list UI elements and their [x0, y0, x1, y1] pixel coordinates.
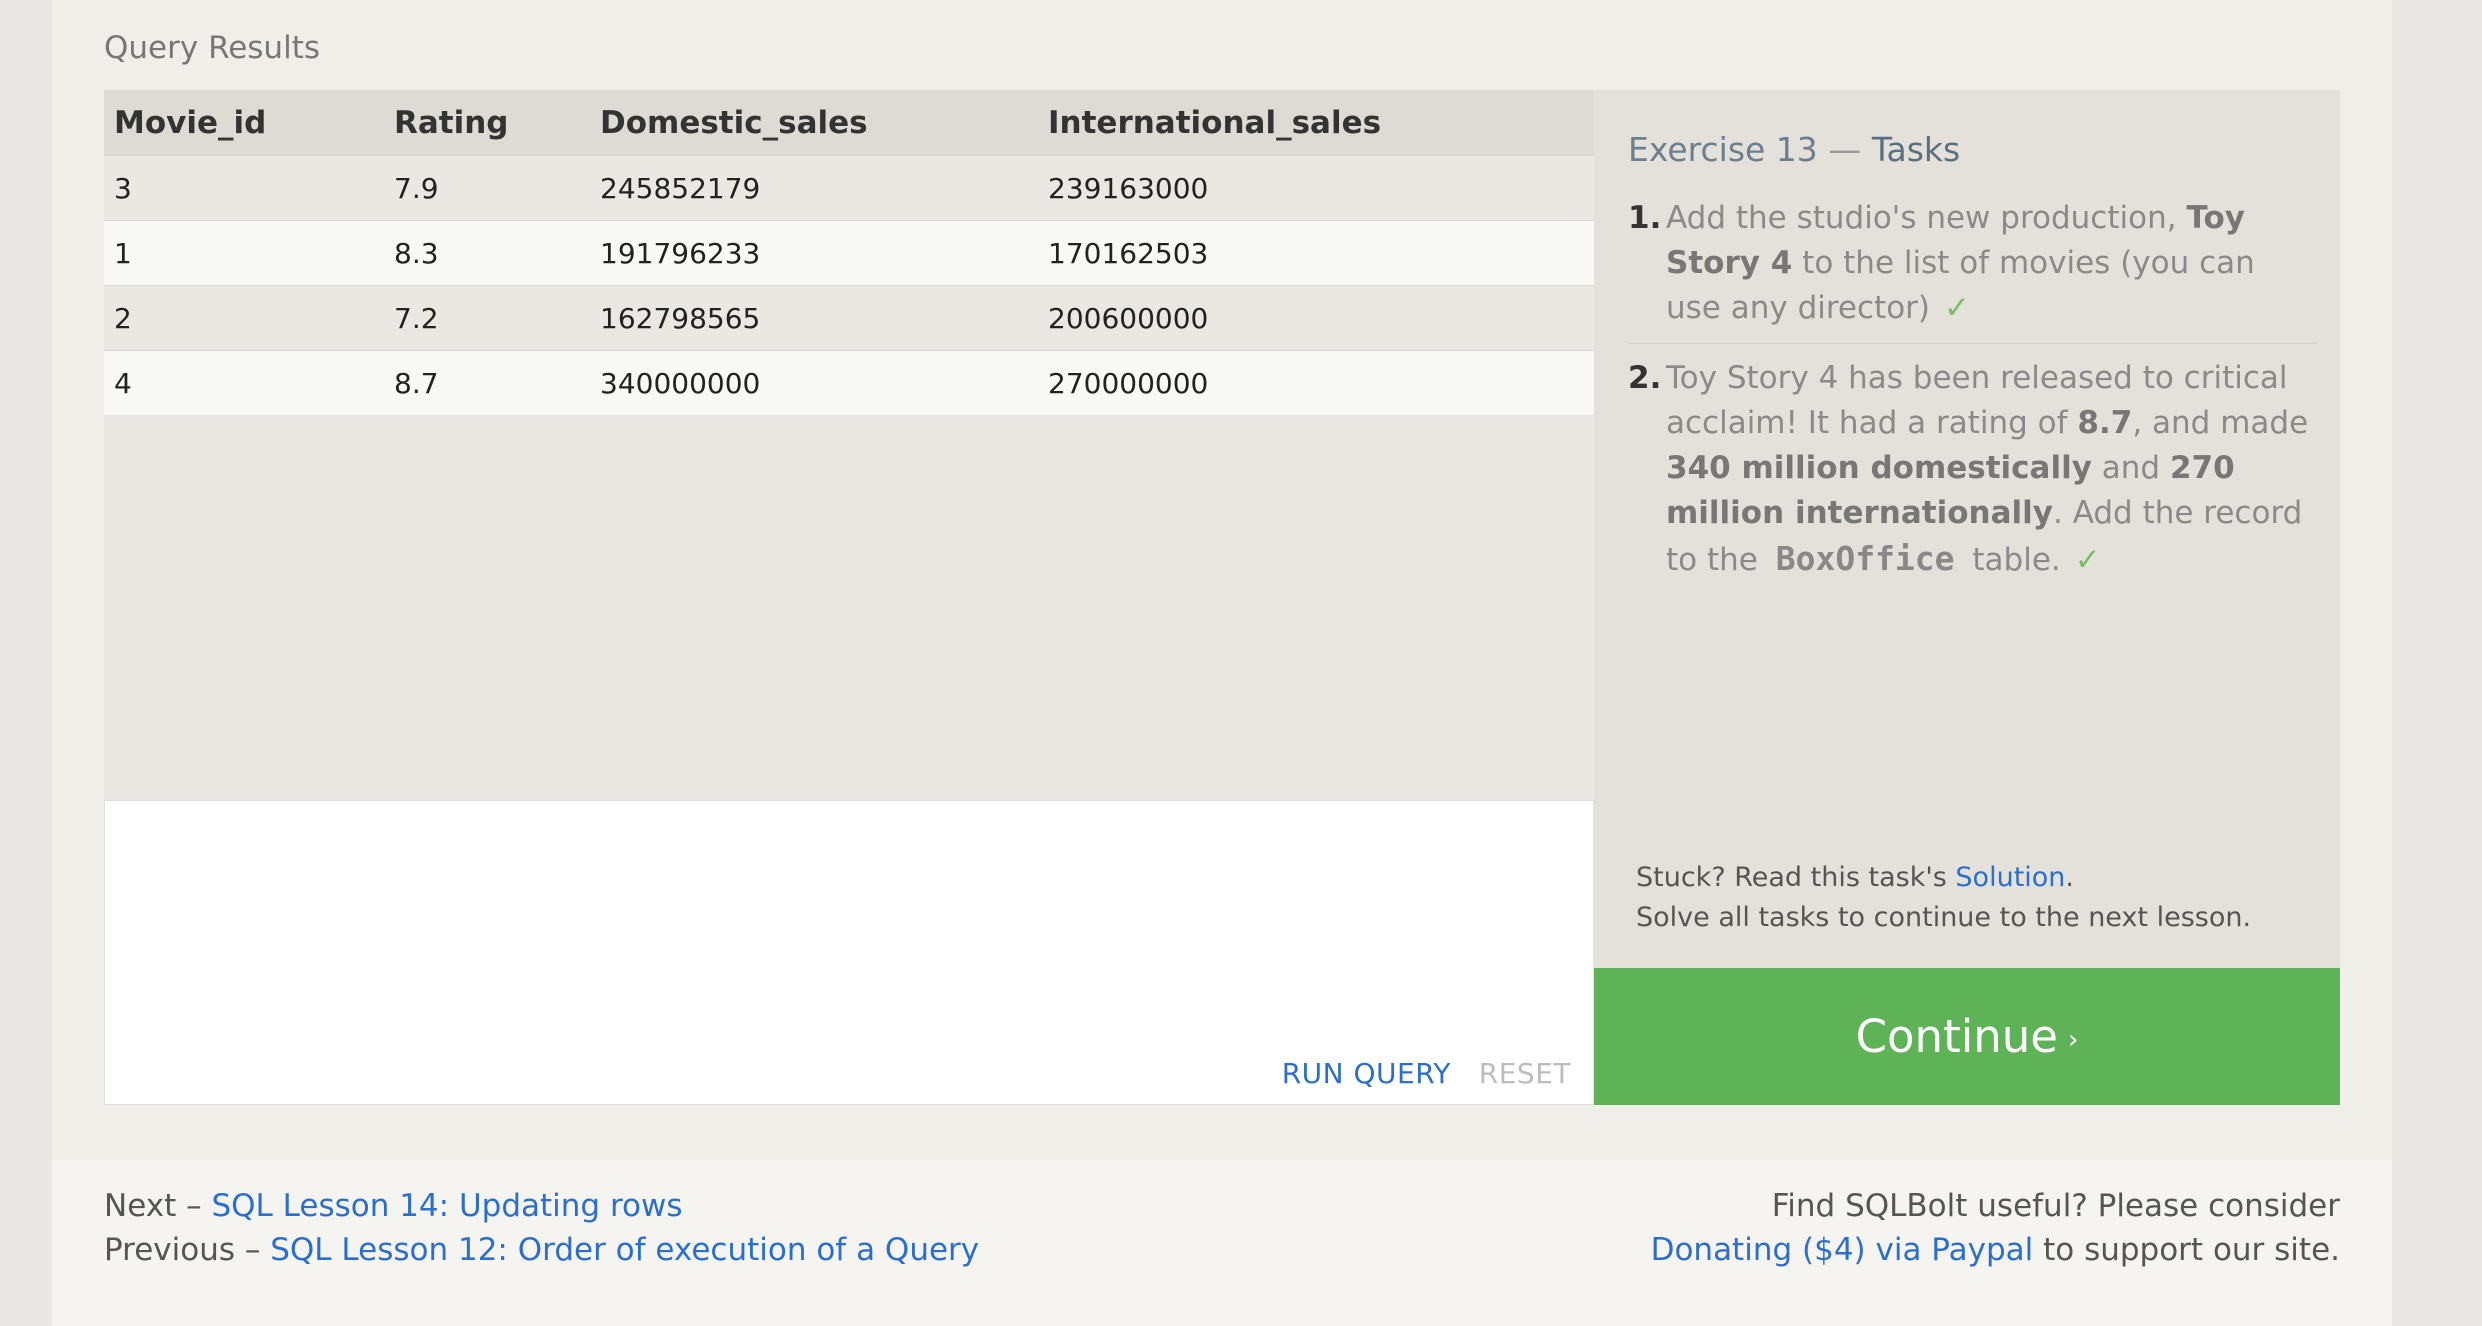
task-number: 1. — [1628, 200, 1662, 236]
title-separator: — — [1828, 130, 1862, 169]
donation-note: Find SQLBolt useful? Please consider Don… — [1651, 1184, 2340, 1272]
results-grid: Movie_id Rating Domestic_sales Internati… — [104, 90, 1594, 415]
table-cell: 8.3 — [384, 220, 590, 286]
task-emphasis: 340 million domestically — [1666, 450, 2092, 486]
donate-suffix: to support our site. — [2033, 1232, 2340, 1268]
next-prefix: Next – — [104, 1188, 212, 1224]
table-name-code: BoxOffice — [1775, 539, 1955, 578]
chevron-right-icon: › — [2067, 1024, 2079, 1055]
table-cell: 4 — [104, 350, 384, 415]
stuck-prefix: Stuck? Read this task's — [1636, 862, 1956, 893]
table-row: 1 8.3 191796233 170162503 — [104, 220, 1594, 286]
table-cell: 7.2 — [384, 285, 590, 351]
table-cell: 3 — [104, 155, 384, 221]
column-header: Movie_id — [104, 90, 384, 156]
exercise-tasks-panel: Exercise 13 — Tasks 1. Add the studio's … — [1594, 90, 2340, 970]
task-text: Add the studio's new production, — [1666, 200, 2187, 236]
task-item: 2. Toy Story 4 has been released to crit… — [1628, 356, 2318, 595]
exercise-number: Exercise 13 — [1628, 130, 1818, 169]
table-cell: 162798565 — [590, 285, 1038, 351]
table-header-row: Movie_id Rating Domestic_sales Internati… — [104, 90, 1594, 156]
task-text: and — [2091, 450, 2170, 486]
query-results-table: Movie_id Rating Domestic_sales Internati… — [104, 90, 1594, 800]
next-lesson-link[interactable]: SQL Lesson 14: Updating rows — [211, 1188, 682, 1224]
task-emphasis: 8.7 — [2077, 405, 2133, 441]
help-text: Stuck? Read this task's Solution. Solve … — [1636, 858, 2251, 938]
lesson-page: Query Results Movie_id Rating Domestic_s… — [52, 0, 2392, 1326]
table-cell: 200600000 — [1038, 285, 1594, 351]
table-cell: 8.7 — [384, 350, 590, 415]
task-text: table. — [1962, 542, 2061, 578]
tasks-heading: Tasks — [1871, 130, 1961, 169]
table-cell: 191796233 — [590, 220, 1038, 286]
solution-link[interactable]: Solution — [1955, 862, 2065, 893]
donate-text: Find SQLBolt useful? Please consider — [1771, 1188, 2340, 1224]
table-cell: 340000000 — [590, 350, 1038, 415]
column-header: Domestic_sales — [590, 90, 1038, 156]
previous-prefix: Previous – — [104, 1232, 271, 1268]
table-cell: 2 — [104, 285, 384, 351]
table-row: 4 8.7 340000000 270000000 — [104, 350, 1594, 415]
task-number: 2. — [1628, 360, 1662, 396]
table-cell: 7.9 — [384, 155, 590, 221]
run-query-button[interactable]: RUN QUERY — [1282, 1057, 1451, 1090]
column-header: Rating — [384, 90, 590, 156]
table-row: 2 7.2 162798565 200600000 — [104, 285, 1594, 351]
lesson-navigation: Next – SQL Lesson 14: Updating rows Prev… — [104, 1184, 979, 1272]
task-list: 1. Add the studio's new production, Toy … — [1628, 196, 2318, 607]
checkmark-icon: ✓ — [1944, 290, 1970, 326]
exercise-title: Exercise 13 — Tasks — [1628, 130, 1960, 169]
continue-button[interactable]: Continue › — [1594, 968, 2340, 1105]
column-header: International_sales — [1038, 90, 1594, 156]
stuck-suffix: . — [2065, 862, 2075, 893]
table-cell: 239163000 — [1038, 155, 1594, 221]
checkmark-icon: ✓ — [2074, 542, 2101, 578]
query-results-label: Query Results — [104, 30, 321, 66]
continue-label: Continue — [1855, 1010, 2058, 1063]
solve-all-text: Solve all tasks to continue to the next … — [1636, 902, 2252, 933]
page-footer: Next – SQL Lesson 14: Updating rows Prev… — [52, 1160, 2392, 1326]
table-cell: 1 — [104, 220, 384, 286]
donate-link[interactable]: Donating ($4) via Paypal — [1651, 1232, 2034, 1268]
table-cell: 245852179 — [590, 155, 1038, 221]
reset-button[interactable]: RESET — [1479, 1057, 1571, 1090]
task-text: , and made — [2132, 405, 2309, 441]
table-cell: 270000000 — [1038, 350, 1594, 415]
table-row: 3 7.9 245852179 239163000 — [104, 155, 1594, 221]
task-item: 1. Add the studio's new production, Toy … — [1628, 196, 2318, 344]
previous-lesson-link[interactable]: SQL Lesson 12: Order of execution of a Q… — [270, 1232, 979, 1268]
table-cell: 170162503 — [1038, 220, 1594, 286]
sql-query-editor[interactable]: RUN QUERY RESET — [104, 800, 1594, 1105]
